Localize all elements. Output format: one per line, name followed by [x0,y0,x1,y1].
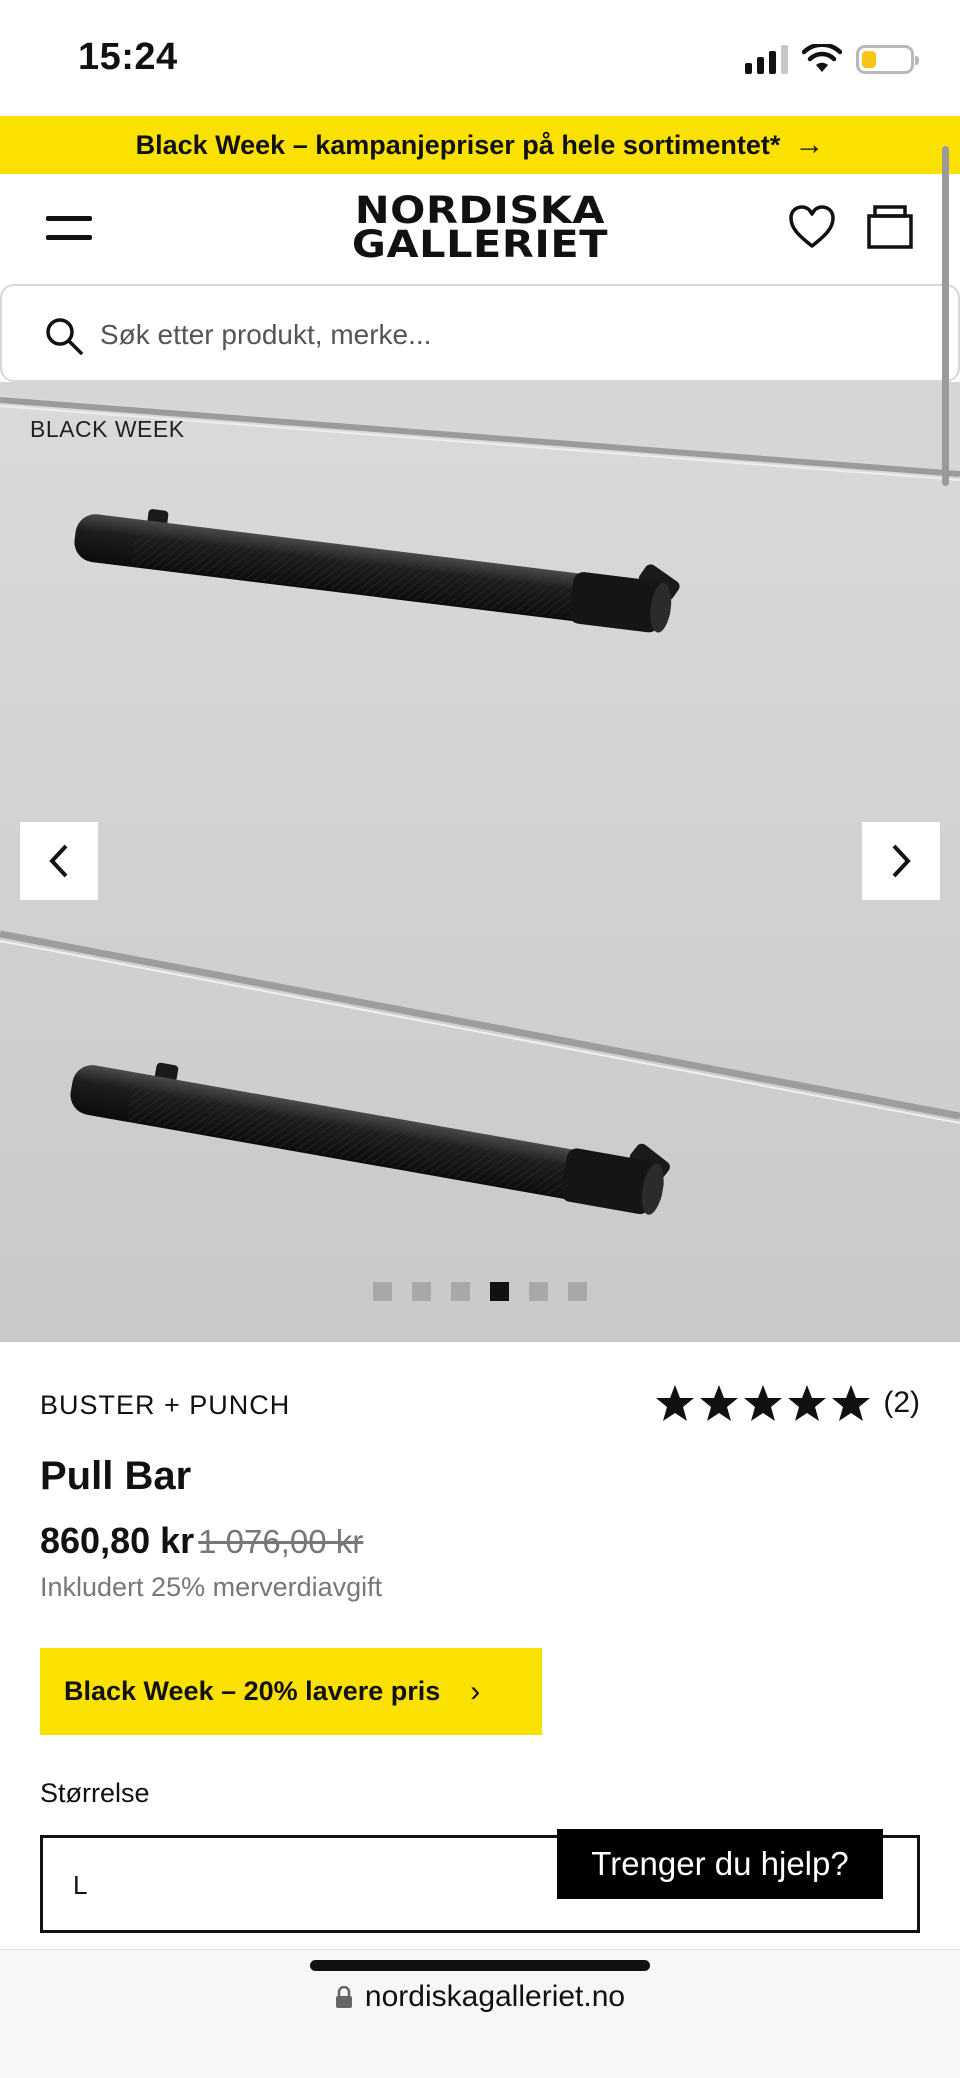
star-icon [656,1385,695,1421]
gallery-dot[interactable] [451,1282,470,1301]
size-label: Størrelse [40,1778,150,1808]
review-count: (2) [883,1386,920,1419]
logo-line-2: GALLERIET [351,223,609,266]
promo-banner[interactable]: Black Week – kampanjepriser på hele sort… [0,116,960,174]
status-time: 15:24 [78,36,178,78]
arrow-right-icon: → [794,128,825,161]
size-value: L [73,1870,88,1900]
gallery-dot[interactable] [412,1282,431,1301]
signal-icon [745,44,788,74]
star-icon [832,1385,871,1421]
original-price: 1 076,00 kr [198,1523,364,1560]
battery-level [862,50,876,68]
help-button[interactable]: Trenger du hjelp? [557,1829,883,1899]
product-brand[interactable]: BUSTER + PUNCH [40,1390,290,1421]
search-icon [46,318,83,355]
menu-button[interactable] [46,216,92,246]
vat-note: Inkludert 25% merverdiavgift [40,1572,383,1602]
product-title: Pull Bar [40,1454,192,1498]
product-rating[interactable]: (2) [655,1384,920,1422]
home-indicator[interactable] [310,1960,650,1971]
gallery-dot[interactable] [490,1282,509,1301]
black-week-cta[interactable]: Black Week – 20% lavere pris › [40,1648,542,1735]
price-row: 860,80 kr 1 076,00 kr [40,1520,363,1562]
wifi-icon [802,44,842,72]
cta-label: Black Week – 20% lavere pris [64,1676,441,1706]
gallery-dot[interactable] [568,1282,587,1301]
gallery-prev-button[interactable] [20,822,98,900]
product-image[interactable] [0,382,960,1342]
battery-icon [856,44,919,74]
site-logo[interactable]: NORDISKA GALLERIET [330,192,630,263]
star-rating [655,1384,871,1422]
gallery-dot[interactable] [373,1282,392,1301]
heart-icon[interactable] [788,204,836,250]
status-bar: 15:24 [0,0,960,116]
search-bar[interactable] [0,284,960,382]
product-gallery[interactable]: BLACK WEEK [0,382,960,1342]
status-icons [745,44,919,74]
promo-text: Black Week – kampanjepriser på hele sort… [135,129,781,160]
url-text: nordiskagalleriet.no [364,1980,626,2013]
lock-icon [335,1986,352,2008]
gallery-dot[interactable] [529,1282,548,1301]
search-input[interactable] [100,310,900,360]
scrollbar[interactable] [942,146,949,486]
black-week-badge: BLACK WEEK [30,416,185,442]
chevron-right-icon [892,844,911,878]
star-icon [744,1385,783,1421]
gallery-pagination [0,1282,960,1301]
chevron-right-icon: › [470,1674,481,1708]
menu-icon [46,216,92,221]
gallery-next-button[interactable] [862,822,940,900]
bag-icon[interactable] [866,204,914,250]
star-icon [788,1385,827,1421]
site-header: NORDISKA GALLERIET [0,174,960,284]
chevron-left-icon [49,844,68,878]
url-display[interactable]: nordiskagalleriet.no [0,1980,960,2014]
current-price: 860,80 kr [40,1520,195,1561]
star-icon [700,1385,739,1421]
